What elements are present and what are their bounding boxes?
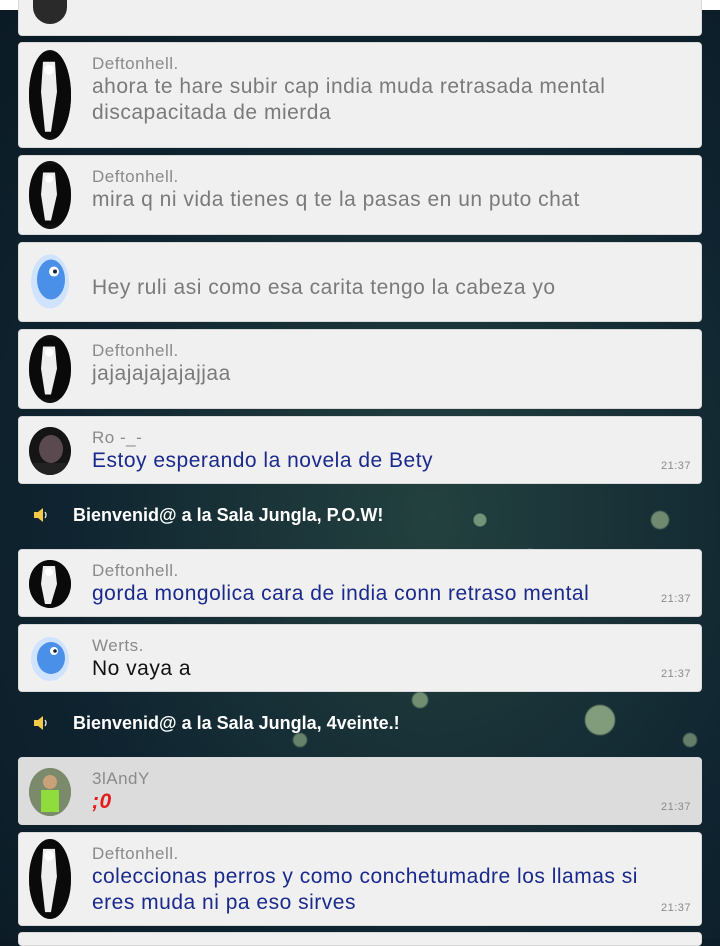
dark-figure-avatar <box>29 335 71 403</box>
message-text: gorda mongolica cara de india conn retra… <box>92 582 590 605</box>
dark-figure-avatar <box>29 50 71 140</box>
message-timestamp: 21:37 <box>660 593 691 605</box>
dark-figure-avatar <box>33 0 67 24</box>
message-text: No vaya a <box>92 657 192 680</box>
message-username[interactable]: Deftonhell. <box>92 844 661 864</box>
speaker-icon <box>32 506 50 524</box>
previous-message-fragment <box>18 0 702 36</box>
blue-bird-avatar <box>29 248 71 315</box>
message-text: jajajajajajajjaa <box>92 362 231 385</box>
message-username[interactable]: 3lAndY <box>92 769 661 789</box>
message-text: ahora te hare subir cap india muda retra… <box>92 75 606 124</box>
chat-message[interactable]: Deftonhell. jajajajajajajjaa <box>18 329 702 409</box>
system-notice-text: Bienvenid@ a la Sala Jungla, 4veinte.! <box>73 713 400 733</box>
message-username[interactable]: Deftonhell. <box>92 341 661 361</box>
message-text: Hey ruli asi como esa carita tengo la ca… <box>92 276 556 299</box>
system-notice-text: Bienvenid@ a la Sala Jungla, P.O.W! <box>73 505 384 525</box>
message-timestamp: 21:37 <box>660 801 691 813</box>
message-timestamp: 21:37 <box>660 668 691 680</box>
speaker-icon <box>32 714 50 732</box>
message-username[interactable]: Deftonhell. <box>92 561 661 581</box>
message-timestamp: 21:37 <box>660 460 691 472</box>
blue-bird-avatar <box>29 635 71 683</box>
message-text: coleccionas perros y como conchetumadre … <box>92 865 638 914</box>
dark-photo-avatar <box>29 427 71 475</box>
dark-figure-avatar <box>29 839 71 919</box>
message-username[interactable]: Deftonhell. <box>92 54 661 74</box>
dark-figure-avatar <box>29 560 71 608</box>
chat-message[interactable]: Deftonhell. ahora te hare subir cap indi… <box>18 42 702 148</box>
message-text: Estoy esperando la novela de Bety <box>92 449 434 472</box>
message-text: ;0 <box>92 790 112 813</box>
person-photo-avatar <box>29 768 71 816</box>
message-timestamp: 21:37 <box>660 902 691 914</box>
chat-message[interactable]: Deftonhell. gorda mongolica cara de indi… <box>18 549 702 617</box>
message-username[interactable]: Ro -_- <box>92 428 661 448</box>
chat-message[interactable]: Hey ruli asi como esa carita tengo la ca… <box>18 242 702 322</box>
chat-message[interactable]: 3lAndY ;0 21:37 <box>18 757 702 825</box>
system-notice: Bienvenid@ a la Sala Jungla, 4veinte.! <box>0 704 720 744</box>
chat-message[interactable]: Deftonhell. mira q ni vida tienes q te l… <box>18 155 702 235</box>
system-notice: Bienvenid@ a la Sala Jungla, P.O.W! <box>0 496 720 536</box>
message-username[interactable]: Werts. <box>92 636 661 656</box>
message-username[interactable]: Deftonhell. <box>92 167 661 187</box>
message-text: mira q ni vida tienes q te la pasas en u… <box>92 188 580 211</box>
chat-message[interactable]: Werts. No vaya a 21:37 <box>18 624 702 692</box>
dark-figure-avatar <box>29 161 71 229</box>
chat-message[interactable]: Deftonhell. coleccionas perros y como co… <box>18 832 702 926</box>
next-message-fragment <box>18 932 702 946</box>
chat-message[interactable]: Ro -_- Estoy esperando la novela de Bety… <box>18 416 702 484</box>
